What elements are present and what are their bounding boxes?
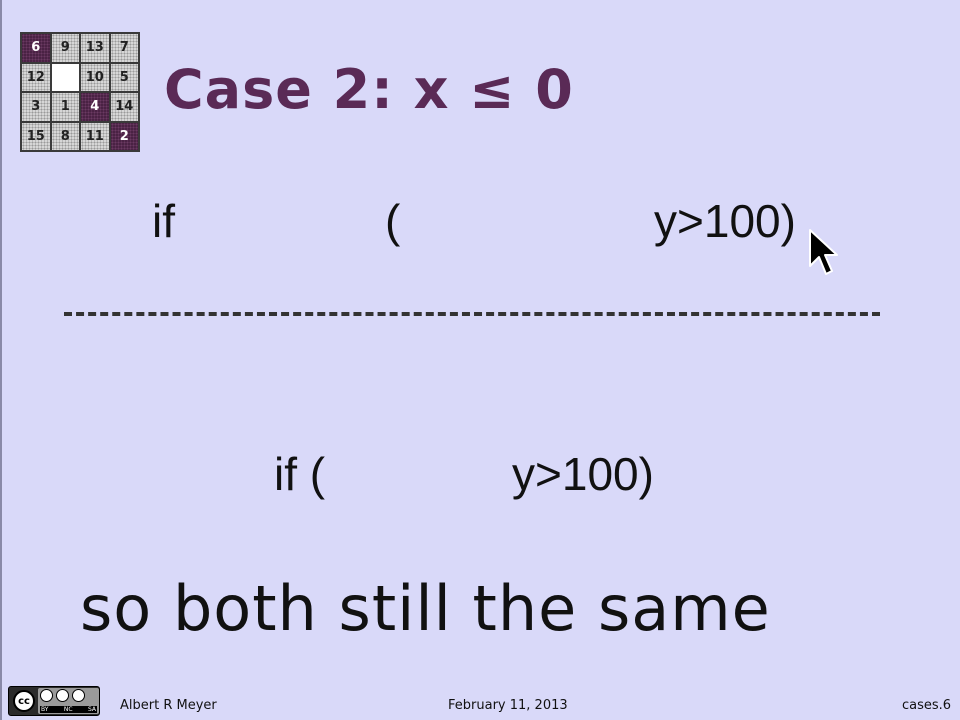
puzzle-tile: 6 <box>22 34 50 62</box>
line1-if: if <box>152 195 175 247</box>
puzzle-tile: 8 <box>51 122 79 150</box>
line2-condition: y>100) <box>512 448 654 500</box>
footer-slide-id: cases.6 <box>902 698 952 713</box>
puzzle-tile: 12 <box>22 63 50 91</box>
cc-license-strip: BY NC SA <box>38 688 99 714</box>
footer-author: Albert R Meyer <box>120 698 217 713</box>
line1-open-paren: ( <box>385 195 401 247</box>
cc-term-sa: SA <box>87 706 96 713</box>
puzzle-tile: 9 <box>51 34 79 62</box>
puzzle-tile: 13 <box>81 34 109 62</box>
puzzle-tile: 1 <box>51 93 79 121</box>
puzzle-tile: 3 <box>22 93 50 121</box>
puzzle-tile: 15 <box>22 122 50 150</box>
fifteen-puzzle-logo: 6 9 13 7 12 10 5 3 1 4 14 15 8 11 2 <box>20 32 140 152</box>
slide-title: Case 2: x ≤ 0 <box>164 58 574 121</box>
conclusion-text: so both still the same <box>80 572 771 645</box>
attribution-icon <box>40 689 53 702</box>
puzzle-tile: 5 <box>110 63 138 91</box>
puzzle-tile: 11 <box>81 122 109 150</box>
cc-icon: cc <box>13 690 35 712</box>
cc-term-by: BY <box>41 706 49 713</box>
puzzle-empty-tile <box>51 63 79 91</box>
puzzle-tile: 7 <box>110 34 138 62</box>
puzzle-tile: 14 <box>110 93 138 121</box>
puzzle-tile: 10 <box>81 63 109 91</box>
footer-date: February 11, 2013 <box>448 698 568 713</box>
line2-if: if ( <box>274 448 326 500</box>
mouse-pointer-icon <box>808 228 840 282</box>
dashed-divider <box>64 312 880 316</box>
sharealike-icon <box>72 689 85 702</box>
noncommercial-icon <box>56 689 69 702</box>
puzzle-tile: 4 <box>81 93 109 121</box>
puzzle-tile: 2 <box>110 122 138 150</box>
cc-term-nc: NC <box>63 706 73 713</box>
creative-commons-badge: cc BY NC SA <box>8 686 100 716</box>
slide: 6 9 13 7 12 10 5 3 1 4 14 15 8 11 2 Case 2: x ≤ 0 if (… <box>0 0 960 720</box>
line1-condition: y>100) <box>654 195 796 247</box>
